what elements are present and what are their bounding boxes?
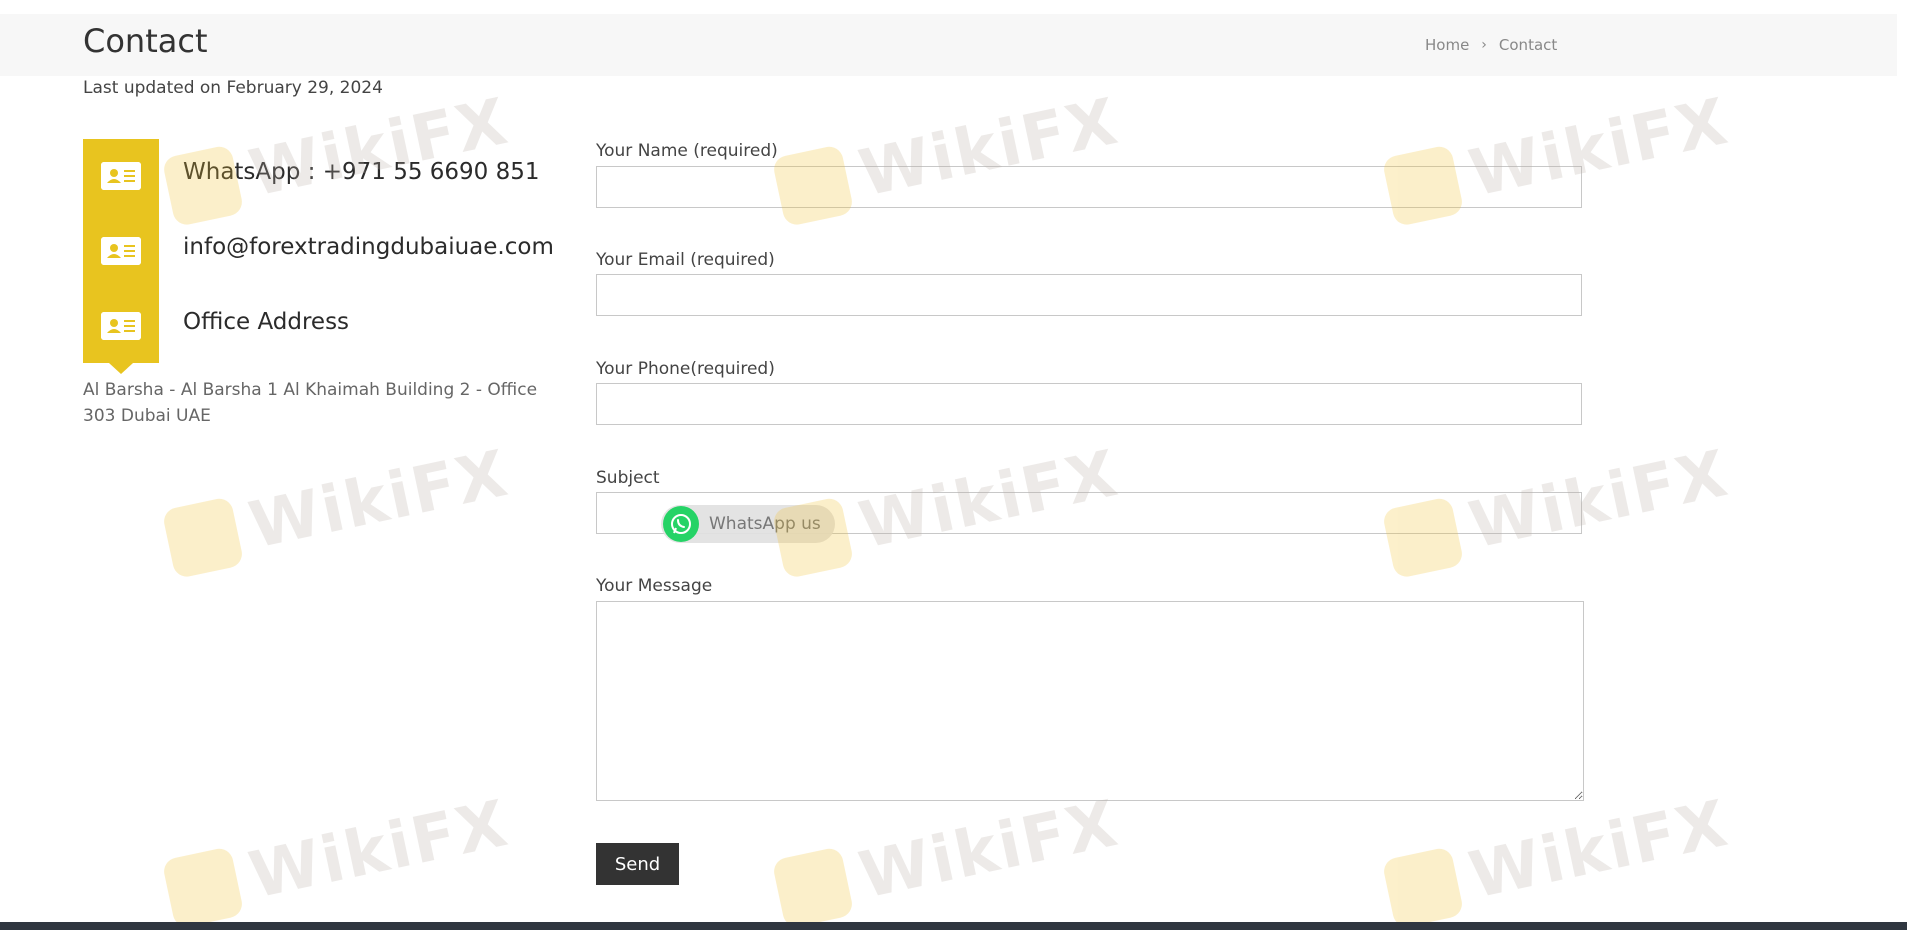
phone-label: Your Phone(required) <box>596 359 775 379</box>
office-address: Al Barsha - Al Barsha 1 Al Khaimah Build… <box>83 380 538 426</box>
watermark-text: WikiFX <box>1463 786 1736 914</box>
wikifx-watermark: WikiFX <box>161 85 515 229</box>
email-input[interactable] <box>596 274 1582 316</box>
wikifx-logo-icon <box>161 846 245 930</box>
message-textarea[interactable] <box>596 601 1584 801</box>
send-button[interactable]: Send <box>596 843 679 885</box>
wikifx-watermark: WikiFX <box>161 787 515 931</box>
phone-input[interactable] <box>596 383 1582 425</box>
name-input[interactable] <box>596 166 1582 208</box>
contact-card-icon <box>101 162 141 190</box>
wikifx-watermark: WikiFX <box>1381 787 1735 931</box>
breadcrumb-separator: › <box>1481 37 1487 53</box>
whatsapp-number: WhatsApp : +971 55 6690 851 <box>183 159 540 185</box>
office-address-heading: Office Address <box>183 309 350 335</box>
watermark-text: WikiFX <box>243 786 516 914</box>
breadcrumb-home-link[interactable]: Home <box>1425 36 1469 54</box>
watermark-text: WikiFX <box>243 84 516 212</box>
breadcrumb-current: Contact <box>1498 36 1558 54</box>
page-header <box>0 14 1907 76</box>
whatsapp-widget-label: WhatsApp us <box>709 514 821 534</box>
wikifx-logo-icon <box>1381 846 1465 930</box>
name-label: Your Name (required) <box>596 141 778 161</box>
whatsapp-chat-widget[interactable]: WhatsApp us <box>661 505 835 543</box>
last-updated-text: Last updated on February 29, 2024 <box>83 78 383 98</box>
page-title: Contact <box>83 22 208 60</box>
email-label: Your Email (required) <box>596 250 775 270</box>
wikifx-logo-icon <box>771 846 855 930</box>
subject-label: Subject <box>596 468 660 488</box>
contact-email: info@forextradingdubaiuae.com <box>183 234 554 260</box>
watermark-text: WikiFX <box>853 786 1126 914</box>
watermark-text: WikiFX <box>243 436 516 564</box>
message-label: Your Message <box>596 576 713 596</box>
wikifx-logo-icon <box>161 144 245 228</box>
wikifx-watermark: WikiFX <box>161 437 515 581</box>
contact-card-icon <box>101 237 141 265</box>
contact-card-icon <box>101 312 141 340</box>
whatsapp-icon <box>663 506 699 542</box>
page-right-gutter <box>1897 0 1907 922</box>
breadcrumb: Home › Contact <box>1425 36 1557 54</box>
footer-strip <box>0 922 1907 930</box>
wikifx-watermark: WikiFX <box>771 787 1125 931</box>
wikifx-logo-icon <box>161 496 245 580</box>
